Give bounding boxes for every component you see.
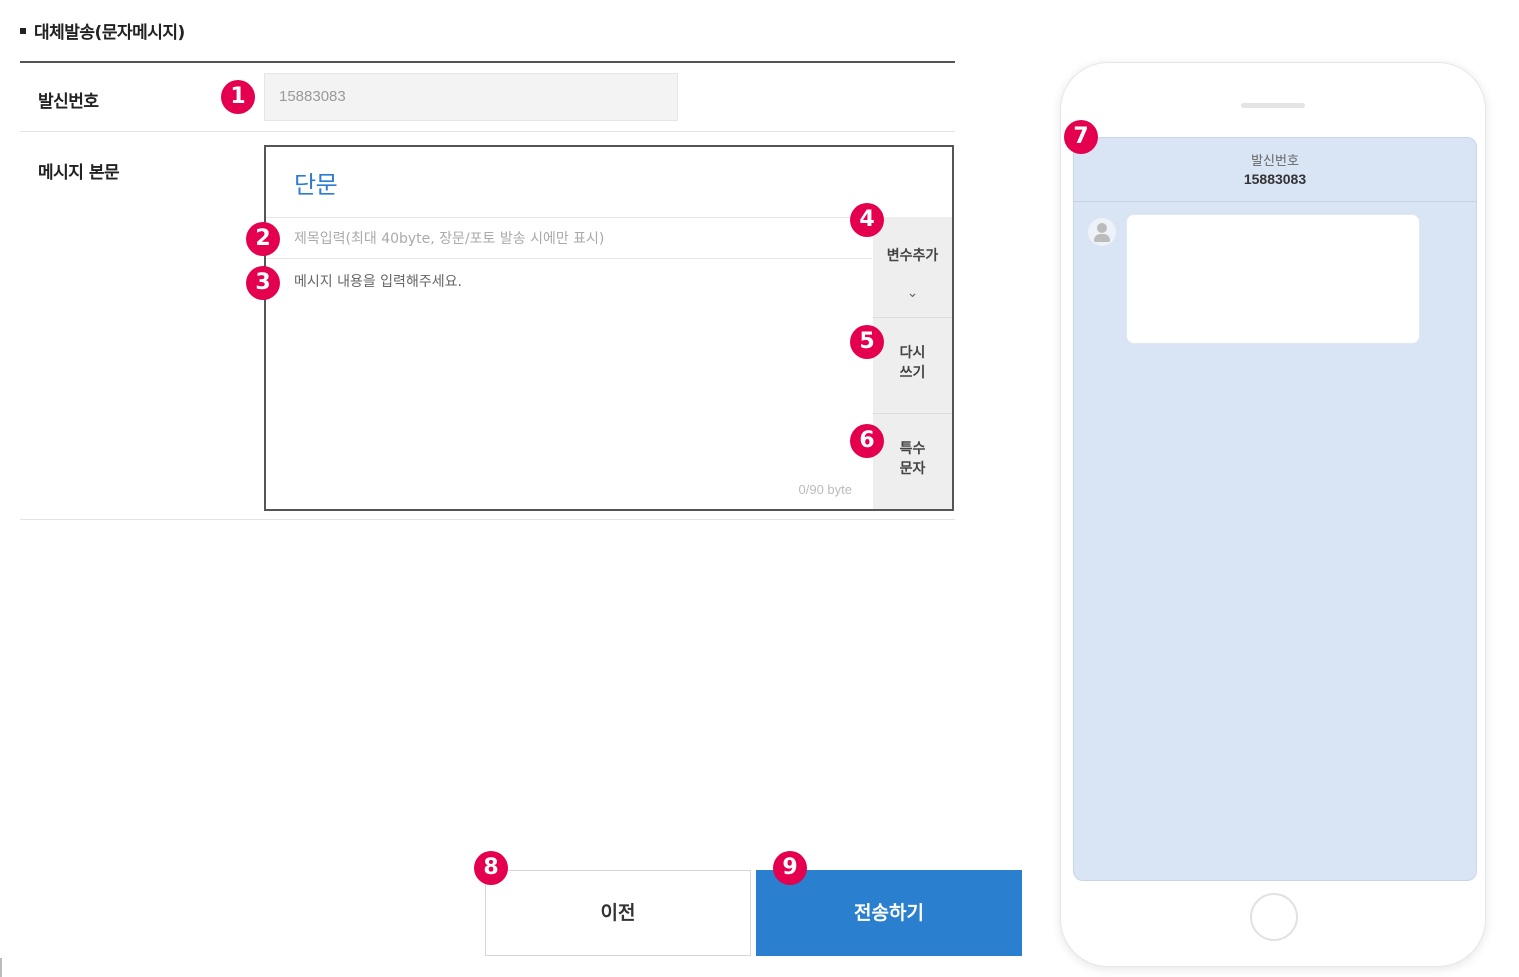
preview-sender-label: 발신번호 bbox=[1251, 154, 1299, 169]
sender-number-field[interactable]: 15883083 bbox=[264, 73, 678, 121]
message-type-label: 단문 bbox=[294, 171, 338, 199]
preview-header: 발신번호 15883083 bbox=[1074, 138, 1476, 202]
rewrite-button[interactable]: 다시 쓰기 bbox=[873, 317, 952, 413]
badge-6: 6 bbox=[850, 424, 884, 458]
badge-8: 8 bbox=[474, 851, 508, 885]
home-button-icon bbox=[1250, 893, 1298, 941]
badge-4: 4 bbox=[850, 203, 884, 237]
badge-9: 9 bbox=[773, 851, 807, 885]
section-title-text: 대체발송(문자메시지) bbox=[34, 23, 185, 43]
preview-sender-number: 15883083 bbox=[1243, 171, 1307, 187]
message-body-textarea[interactable]: 메시지 내용을 입력해주세요. bbox=[266, 259, 872, 483]
phone-preview: 발신번호 15883083 bbox=[1060, 62, 1486, 967]
subject-input[interactable]: 제목입력(최대 40byte, 장문/포토 발송 시에만 표시) bbox=[266, 217, 872, 259]
badge-7: 7 bbox=[1064, 120, 1098, 154]
badge-2: 2 bbox=[246, 222, 280, 256]
add-variable-label: 변수추가 bbox=[886, 248, 939, 264]
editor-side-panel: 변수추가 ⌄ 다시 쓰기 특수 문자 bbox=[873, 217, 952, 509]
message-editor: 단문 제목입력(최대 40byte, 장문/포토 발송 시에만 표시) 메시지 … bbox=[264, 145, 954, 511]
section-title: 대체발송(문자메시지) bbox=[20, 18, 185, 43]
row-divider bbox=[20, 519, 955, 520]
edge-mark bbox=[0, 958, 2, 977]
title-divider bbox=[20, 61, 955, 63]
row-divider bbox=[20, 131, 955, 132]
message-label: 메시지 본문 bbox=[38, 163, 120, 183]
avatar-icon bbox=[1088, 218, 1116, 246]
special-chars-button[interactable]: 특수 문자 bbox=[873, 413, 952, 509]
chevron-down-icon: ⌄ bbox=[906, 285, 919, 301]
previous-button[interactable]: 이전 bbox=[485, 870, 751, 956]
byte-counter: 0/90 byte bbox=[798, 482, 853, 497]
badge-1: 1 bbox=[221, 80, 255, 114]
message-bubble bbox=[1126, 214, 1420, 344]
badge-5: 5 bbox=[850, 325, 884, 359]
phone-speaker bbox=[1241, 103, 1305, 108]
phone-screen: 발신번호 15883083 bbox=[1073, 137, 1477, 881]
bullet-icon bbox=[20, 28, 26, 34]
add-variable-button[interactable]: 변수추가 ⌄ bbox=[873, 217, 952, 317]
badge-3: 3 bbox=[246, 266, 280, 300]
sender-label: 발신번호 bbox=[38, 92, 99, 112]
